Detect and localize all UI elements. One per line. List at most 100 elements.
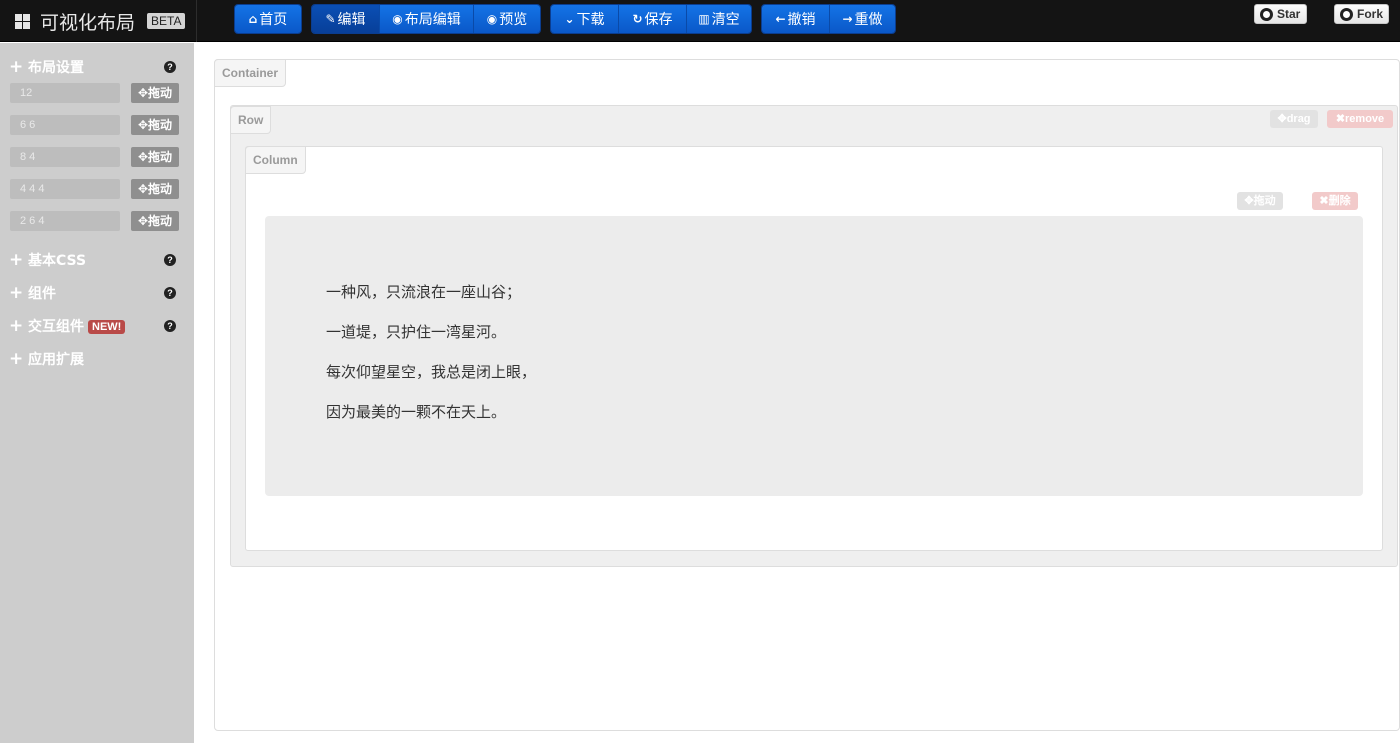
layout-edit-button[interactable]: ◉ 布局编辑 [380,5,474,33]
poem-line: 一道堤，只护住一湾星河。 [326,323,507,341]
drag-label: 拖动 [148,86,173,100]
drag-handle[interactable]: ✥拖动 [131,83,179,103]
redo-label: 重做 [854,12,883,28]
drag-label: 拖动 [148,214,173,228]
edit-button[interactable]: ✎ 编辑 [312,5,380,33]
preview-label: 预览 [499,12,528,28]
section-label: 应用扩展 [28,352,84,368]
grid-row-item: 12 ✥拖动 [10,83,180,103]
plus-icon: + [9,249,24,270]
section-label: 交互组件 NEW! [28,316,126,336]
grid-row-input[interactable]: 8 4 [10,147,120,167]
home-icon: ⌂ [248,12,258,26]
eye-slash-icon: ◉ [392,12,403,26]
undo-label: 撤销 [787,12,816,28]
section-label: 基本CSS [28,253,87,269]
top-navbar: 可视化布局 BETA ⌂ 首页 ✎ 编辑 ◉ 布局编辑 ◉ 预览 ⌄ 下载 ↻ 保存 ▥ 清空… [0,0,1400,42]
preview-button[interactable]: ◉ 预览 [474,5,540,33]
grid-row-item: 4 4 4 ✥拖动 [10,179,180,199]
drag-handle[interactable]: ✥拖动 [131,147,179,167]
sidebar-section-interactive[interactable]: + 交互组件 NEW! ? [0,315,194,337]
trash-icon: ▥ [698,12,710,26]
poem-line: 一种风，只流浪在一座山谷； [326,283,522,301]
star-label: Star [1277,7,1301,21]
move-icon: ✥ [137,150,149,164]
windows-logo-icon [15,13,30,29]
undo-button[interactable]: ← 撤销 [762,5,830,33]
file-group: ⌄ 下载 ↻ 保存 ▥ 清空 [550,4,752,34]
plus-icon: + [9,315,24,336]
download-label: 下载 [576,12,605,28]
home-group: ⌂ 首页 [234,4,302,34]
move-icon: ✥ [137,182,149,196]
section-label: 布局设置 [28,60,84,76]
move-icon: ✥ [1277,113,1287,125]
sidebar-section-layout[interactable]: + 布局设置 ? [0,56,194,78]
section-label: 组件 [28,286,56,302]
home-label: 首页 [259,12,288,28]
drag-label: 拖动 [148,182,173,196]
home-button[interactable]: ⌂ 首页 [235,5,301,33]
grid-row-input[interactable]: 6 6 [10,115,120,135]
sidebar-section-basic-css[interactable]: + 基本CSS ? [0,249,194,271]
edit-mode-group: ✎ 编辑 ◉ 布局编辑 ◉ 预览 [311,4,541,34]
grid-row-item: 8 4 ✥拖动 [10,147,180,167]
container-tag: Container [214,59,287,87]
fork-label: Fork [1356,7,1383,21]
drag-handle[interactable]: ✥拖动 [131,211,179,231]
move-icon: ✥ [137,118,149,132]
grid-row-input[interactable]: 4 4 4 [10,179,120,199]
help-icon[interactable]: ? [164,287,176,299]
row-drag-label: drag [1286,113,1311,125]
column-remove-button[interactable]: ✖删除 [1312,192,1358,210]
clear-button[interactable]: ▥ 清空 [687,5,751,33]
poem-line: 每次仰望星空，我总是闭上眼， [326,363,537,381]
column-drag-label: 拖动 [1253,195,1276,207]
column-remove-label: 删除 [1328,195,1351,207]
save-icon: ↻ [632,12,643,26]
move-icon: ✥ [1244,195,1254,207]
drag-handle[interactable]: ✥拖动 [131,179,179,199]
help-icon[interactable]: ? [164,254,176,266]
download-button[interactable]: ⌄ 下载 [551,5,619,33]
brand[interactable]: 可视化布局 BETA [0,0,197,42]
drag-label: 拖动 [148,118,173,132]
row-remove-button[interactable]: ✖remove [1327,110,1393,128]
grid-row-item: 2 6 4 ✥拖动 [10,211,180,231]
drag-handle[interactable]: ✥拖动 [131,115,179,135]
section-label-text: 交互组件 [28,319,84,335]
layout-edit-label: 布局编辑 [404,12,461,28]
close-icon: ✖ [1319,195,1329,207]
clear-label: 清空 [711,12,740,28]
github-icon [1260,7,1273,21]
column-drag-button[interactable]: ✥拖动 [1237,192,1283,210]
poem-line: 因为最美的一颗不在天上。 [326,403,507,421]
column-tag: Column [245,146,306,174]
grid-row-input[interactable]: 12 [10,83,120,103]
plus-icon: + [9,348,24,369]
sidebar-section-extensions[interactable]: + 应用扩展 [0,348,194,370]
chevron-down-icon: ⌄ [564,12,575,26]
move-icon: ✥ [137,86,149,100]
github-icon [1340,7,1353,21]
beta-badge: BETA [147,13,186,29]
content-block[interactable] [265,216,1363,496]
github-fork-button[interactable]: Fork [1334,4,1389,24]
help-icon[interactable]: ? [164,320,176,332]
row-remove-label: remove [1345,113,1385,125]
row-drag-button[interactable]: ✥drag [1270,110,1318,128]
grid-row-item: 6 6 ✥拖动 [10,115,180,135]
close-icon: ✖ [1335,113,1346,125]
redo-button[interactable]: → 重做 [830,5,895,33]
edit-label: 编辑 [337,12,366,28]
github-star-button[interactable]: Star [1254,4,1307,24]
sidebar: + 布局设置 ? 12 ✥拖动 6 6 ✥拖动 8 4 ✥拖动 4 4 4 ✥拖… [0,43,194,743]
plus-icon: + [9,282,24,303]
eye-icon: ◉ [486,12,498,26]
sidebar-section-components[interactable]: + 组件 ? [0,282,194,304]
grid-row-input[interactable]: 2 6 4 [10,211,120,231]
save-button[interactable]: ↻ 保存 [619,5,687,33]
help-icon[interactable]: ? [164,61,176,73]
save-label: 保存 [644,12,673,28]
history-group: ← 撤销 → 重做 [761,4,896,34]
